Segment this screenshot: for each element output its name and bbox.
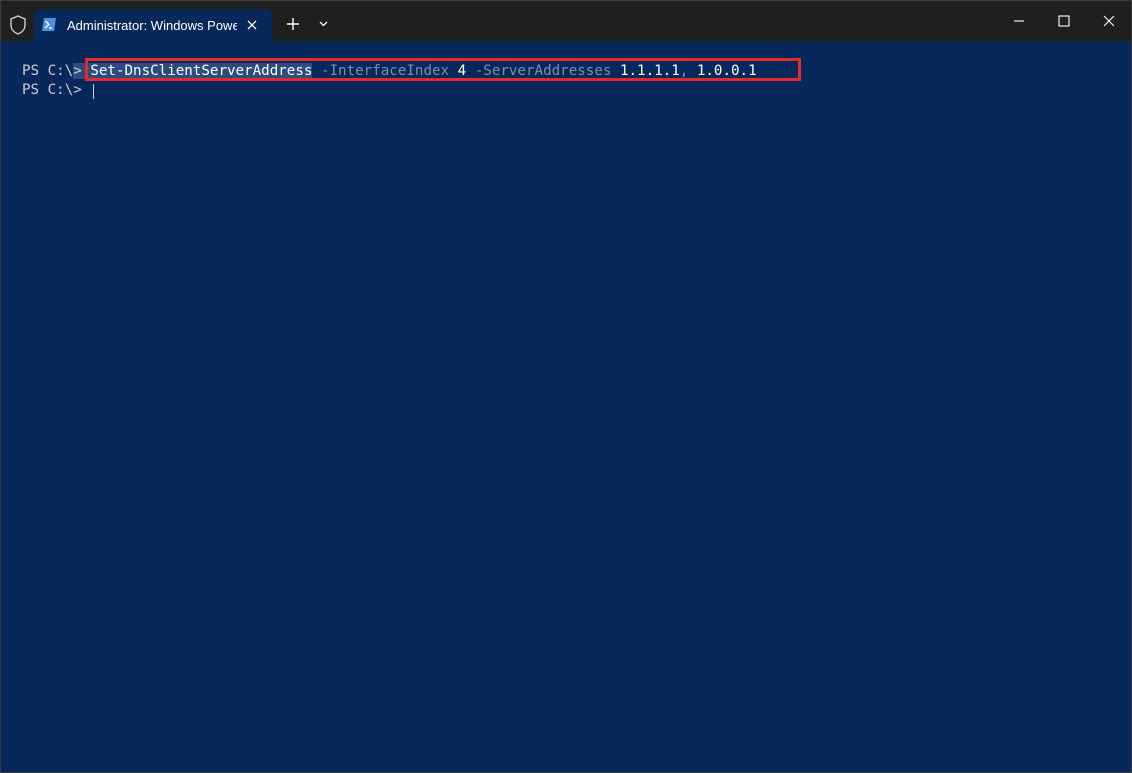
terminal-area[interactable]: PS C:\> Set-DnsClientServerAddress -Inte… (1, 41, 1131, 772)
text-cursor (93, 84, 94, 99)
prompt: PS C:\ (22, 63, 74, 79)
tab-title: Administrator: Windows PowerShell (67, 18, 237, 33)
tab-powershell[interactable]: Administrator: Windows PowerShell (34, 9, 272, 41)
chevron-down-icon[interactable] (318, 20, 329, 28)
prompt: PS C:\> (22, 82, 91, 98)
prompt-line: PS C:\> (22, 81, 90, 100)
tab-close-icon[interactable] (245, 18, 259, 32)
new-tab-button[interactable] (285, 16, 301, 32)
close-window-button[interactable] (1101, 13, 1117, 29)
param-interface-index: -InterfaceIndex (312, 63, 450, 79)
terminal-window: Administrator: Windows PowerShell PS C:\… (0, 0, 1132, 773)
maximize-button[interactable] (1056, 13, 1072, 29)
param-server-addresses: -ServerAddresses (466, 63, 612, 79)
interface-index-value: 4 (449, 63, 467, 79)
shield-icon (10, 15, 26, 35)
dns-address-primary: 1.1.1.1 (611, 63, 680, 79)
minimize-button[interactable] (1011, 13, 1027, 29)
command-line: PS C:\> Set-DnsClientServerAddress -Inte… (22, 62, 757, 81)
cmdlet-name: Set-DnsClientServerAddress (90, 63, 313, 79)
dns-address-secondary: 1.0.0.1 (688, 63, 757, 79)
powershell-icon (42, 18, 56, 31)
title-bar: Administrator: Windows PowerShell (1, 1, 1131, 41)
prompt-caret: > (73, 63, 82, 79)
